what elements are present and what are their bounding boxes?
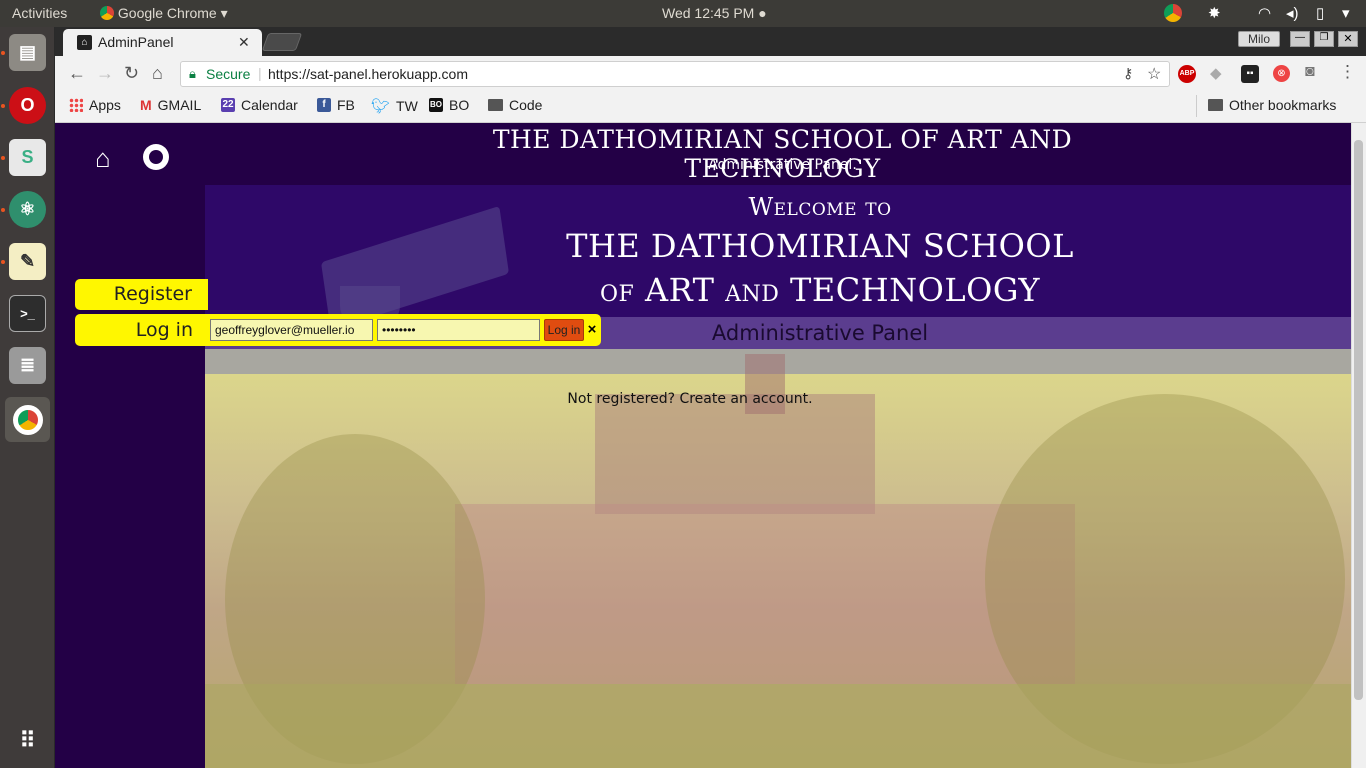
- close-login-icon[interactable]: ×: [585, 319, 599, 341]
- campus-background-image: [205, 354, 1351, 768]
- twitter-icon: 🐦︎: [371, 98, 391, 115]
- bo-icon: BO: [429, 98, 443, 112]
- running-indicator: [1, 208, 5, 212]
- launcher: ▤ O S ⚛ ✎ >_ ≣ ⠿: [0, 27, 55, 768]
- star-icon[interactable]: ☆: [1147, 64, 1161, 84]
- scrollbar-thumb[interactable]: [1354, 140, 1363, 700]
- ground: [205, 684, 1351, 768]
- bookmark-tw[interactable]: 🐦︎ TW: [371, 97, 418, 115]
- camera-icon[interactable]: ◙: [1305, 63, 1315, 81]
- app-name: Google Chrome: [117, 5, 217, 21]
- chrome-launcher-icon[interactable]: [5, 397, 50, 442]
- battery-icon[interactable]: ▯: [1316, 4, 1324, 22]
- reload-icon[interactable]: ↻: [124, 63, 139, 84]
- login-tab[interactable]: Log in: [75, 317, 193, 343]
- header-subtitle: Administrative Panel.: [708, 157, 857, 173]
- folder-icon: [488, 99, 503, 111]
- tab-adminpanel[interactable]: ⌂ AdminPanel ✕: [63, 29, 262, 57]
- wifi-icon[interactable]: ◠: [1258, 4, 1271, 22]
- text-editor-icon[interactable]: ✎: [9, 243, 46, 280]
- home-favicon-icon: ⌂: [77, 35, 92, 50]
- chrome-app-menu[interactable]: Google Chrome ▾: [100, 5, 228, 22]
- admin-panel-label: Administrative Panel: [711, 321, 929, 345]
- caret-down-icon: ▾: [220, 5, 228, 21]
- opera-icon[interactable]: O: [9, 87, 46, 124]
- school-name-line2: of ART and TECHNOLOGY: [599, 271, 1040, 309]
- folder-icon: [1208, 99, 1223, 111]
- close-window-button[interactable]: ✕: [1338, 31, 1358, 47]
- extension-icon[interactable]: ▪▪: [1241, 65, 1259, 83]
- url-text: https://sat-panel.herokuapp.com: [268, 66, 469, 82]
- lock-icon: 🔒︎: [189, 66, 196, 81]
- forward-icon[interactable]: →: [96, 63, 114, 84]
- terminal-icon[interactable]: >_: [9, 295, 46, 332]
- system-menu-icon[interactable]: ▾: [1342, 4, 1350, 22]
- show-apps-icon[interactable]: ⠿: [9, 722, 46, 759]
- welcome-text: Welcome to: [748, 193, 892, 221]
- separator: |: [258, 65, 262, 81]
- running-indicator: [1, 156, 5, 160]
- tab-title: AdminPanel: [98, 34, 174, 50]
- volume-icon[interactable]: ◂): [1286, 4, 1299, 22]
- apps-grid-icon: [69, 98, 83, 112]
- email-field[interactable]: [210, 319, 373, 341]
- activities-button[interactable]: Activities: [12, 5, 67, 21]
- key-icon[interactable]: ⚷: [1123, 65, 1133, 82]
- database-icon[interactable]: ≣: [9, 347, 46, 384]
- slack-icon[interactable]: S: [9, 139, 46, 176]
- running-indicator: [1, 51, 5, 55]
- clock[interactable]: Wed 12:45 PM ●: [662, 5, 767, 21]
- header-title: THE DATHOMIRIAN SCHOOL OF ART AND TECHNO…: [492, 125, 1073, 183]
- minimize-button[interactable]: —: [1290, 31, 1310, 47]
- school-name-line1: THE DATHOMIRIAN SCHOOL: [566, 227, 1074, 265]
- bookmarks-divider: [1196, 95, 1197, 117]
- create-account-link[interactable]: Not registered? Create an account.: [530, 391, 850, 407]
- password-field[interactable]: [377, 319, 540, 341]
- home-link-icon[interactable]: ⌂: [95, 143, 111, 174]
- home-icon[interactable]: ⌂: [152, 63, 163, 84]
- settings-tray-icon[interactable]: ✸: [1208, 4, 1221, 22]
- other-bookmarks[interactable]: Other bookmarks: [1208, 97, 1336, 113]
- github-icon[interactable]: [143, 144, 169, 170]
- building-tower: [595, 394, 875, 514]
- address-bar[interactable]: 🔒︎ Secure | https://sat-panel.herokuapp.…: [180, 61, 1170, 87]
- profile-button[interactable]: Milo: [1238, 31, 1280, 47]
- register-tab[interactable]: Register: [75, 279, 208, 310]
- files-icon[interactable]: ▤: [9, 34, 46, 71]
- stop-extension-icon[interactable]: ⊗: [1273, 65, 1290, 82]
- building-main: [455, 504, 1075, 684]
- running-indicator: [1, 260, 5, 264]
- close-tab-icon[interactable]: ✕: [238, 34, 250, 51]
- bookmark-gmail[interactable]: M GMAIL: [140, 97, 201, 113]
- maximize-button[interactable]: ❐: [1314, 31, 1334, 47]
- chrome-icon: [100, 6, 114, 20]
- bookmark-fb[interactable]: f FB: [317, 97, 355, 113]
- dropbox-icon[interactable]: ◆: [1210, 64, 1222, 82]
- calendar-icon: 22: [221, 98, 235, 112]
- system-top-bar: Activities Google Chrome ▾ Wed 12:45 PM …: [0, 0, 1366, 27]
- adblock-icon[interactable]: ABP: [1178, 65, 1196, 83]
- new-tab-button[interactable]: [261, 33, 303, 51]
- atom-icon[interactable]: ⚛: [9, 191, 46, 228]
- menu-icon[interactable]: ⋮: [1339, 62, 1356, 82]
- bookmark-code[interactable]: Code: [488, 97, 542, 113]
- secure-label: Secure: [206, 66, 251, 82]
- login-button[interactable]: Log in: [544, 319, 584, 341]
- back-icon[interactable]: ←: [68, 63, 86, 84]
- running-indicator: [1, 104, 5, 108]
- bookmark-bo[interactable]: BO BO: [429, 97, 469, 113]
- bookmark-calendar[interactable]: 22 Calendar: [221, 97, 298, 113]
- web-page: ⌂ THE DATHOMIRIAN SCHOOL OF ART AND TECH…: [55, 123, 1351, 768]
- facebook-icon: f: [317, 98, 331, 112]
- gmail-icon: M: [140, 97, 152, 113]
- chrome-tray-icon[interactable]: [1164, 4, 1182, 26]
- bookmark-apps[interactable]: Apps: [69, 97, 121, 113]
